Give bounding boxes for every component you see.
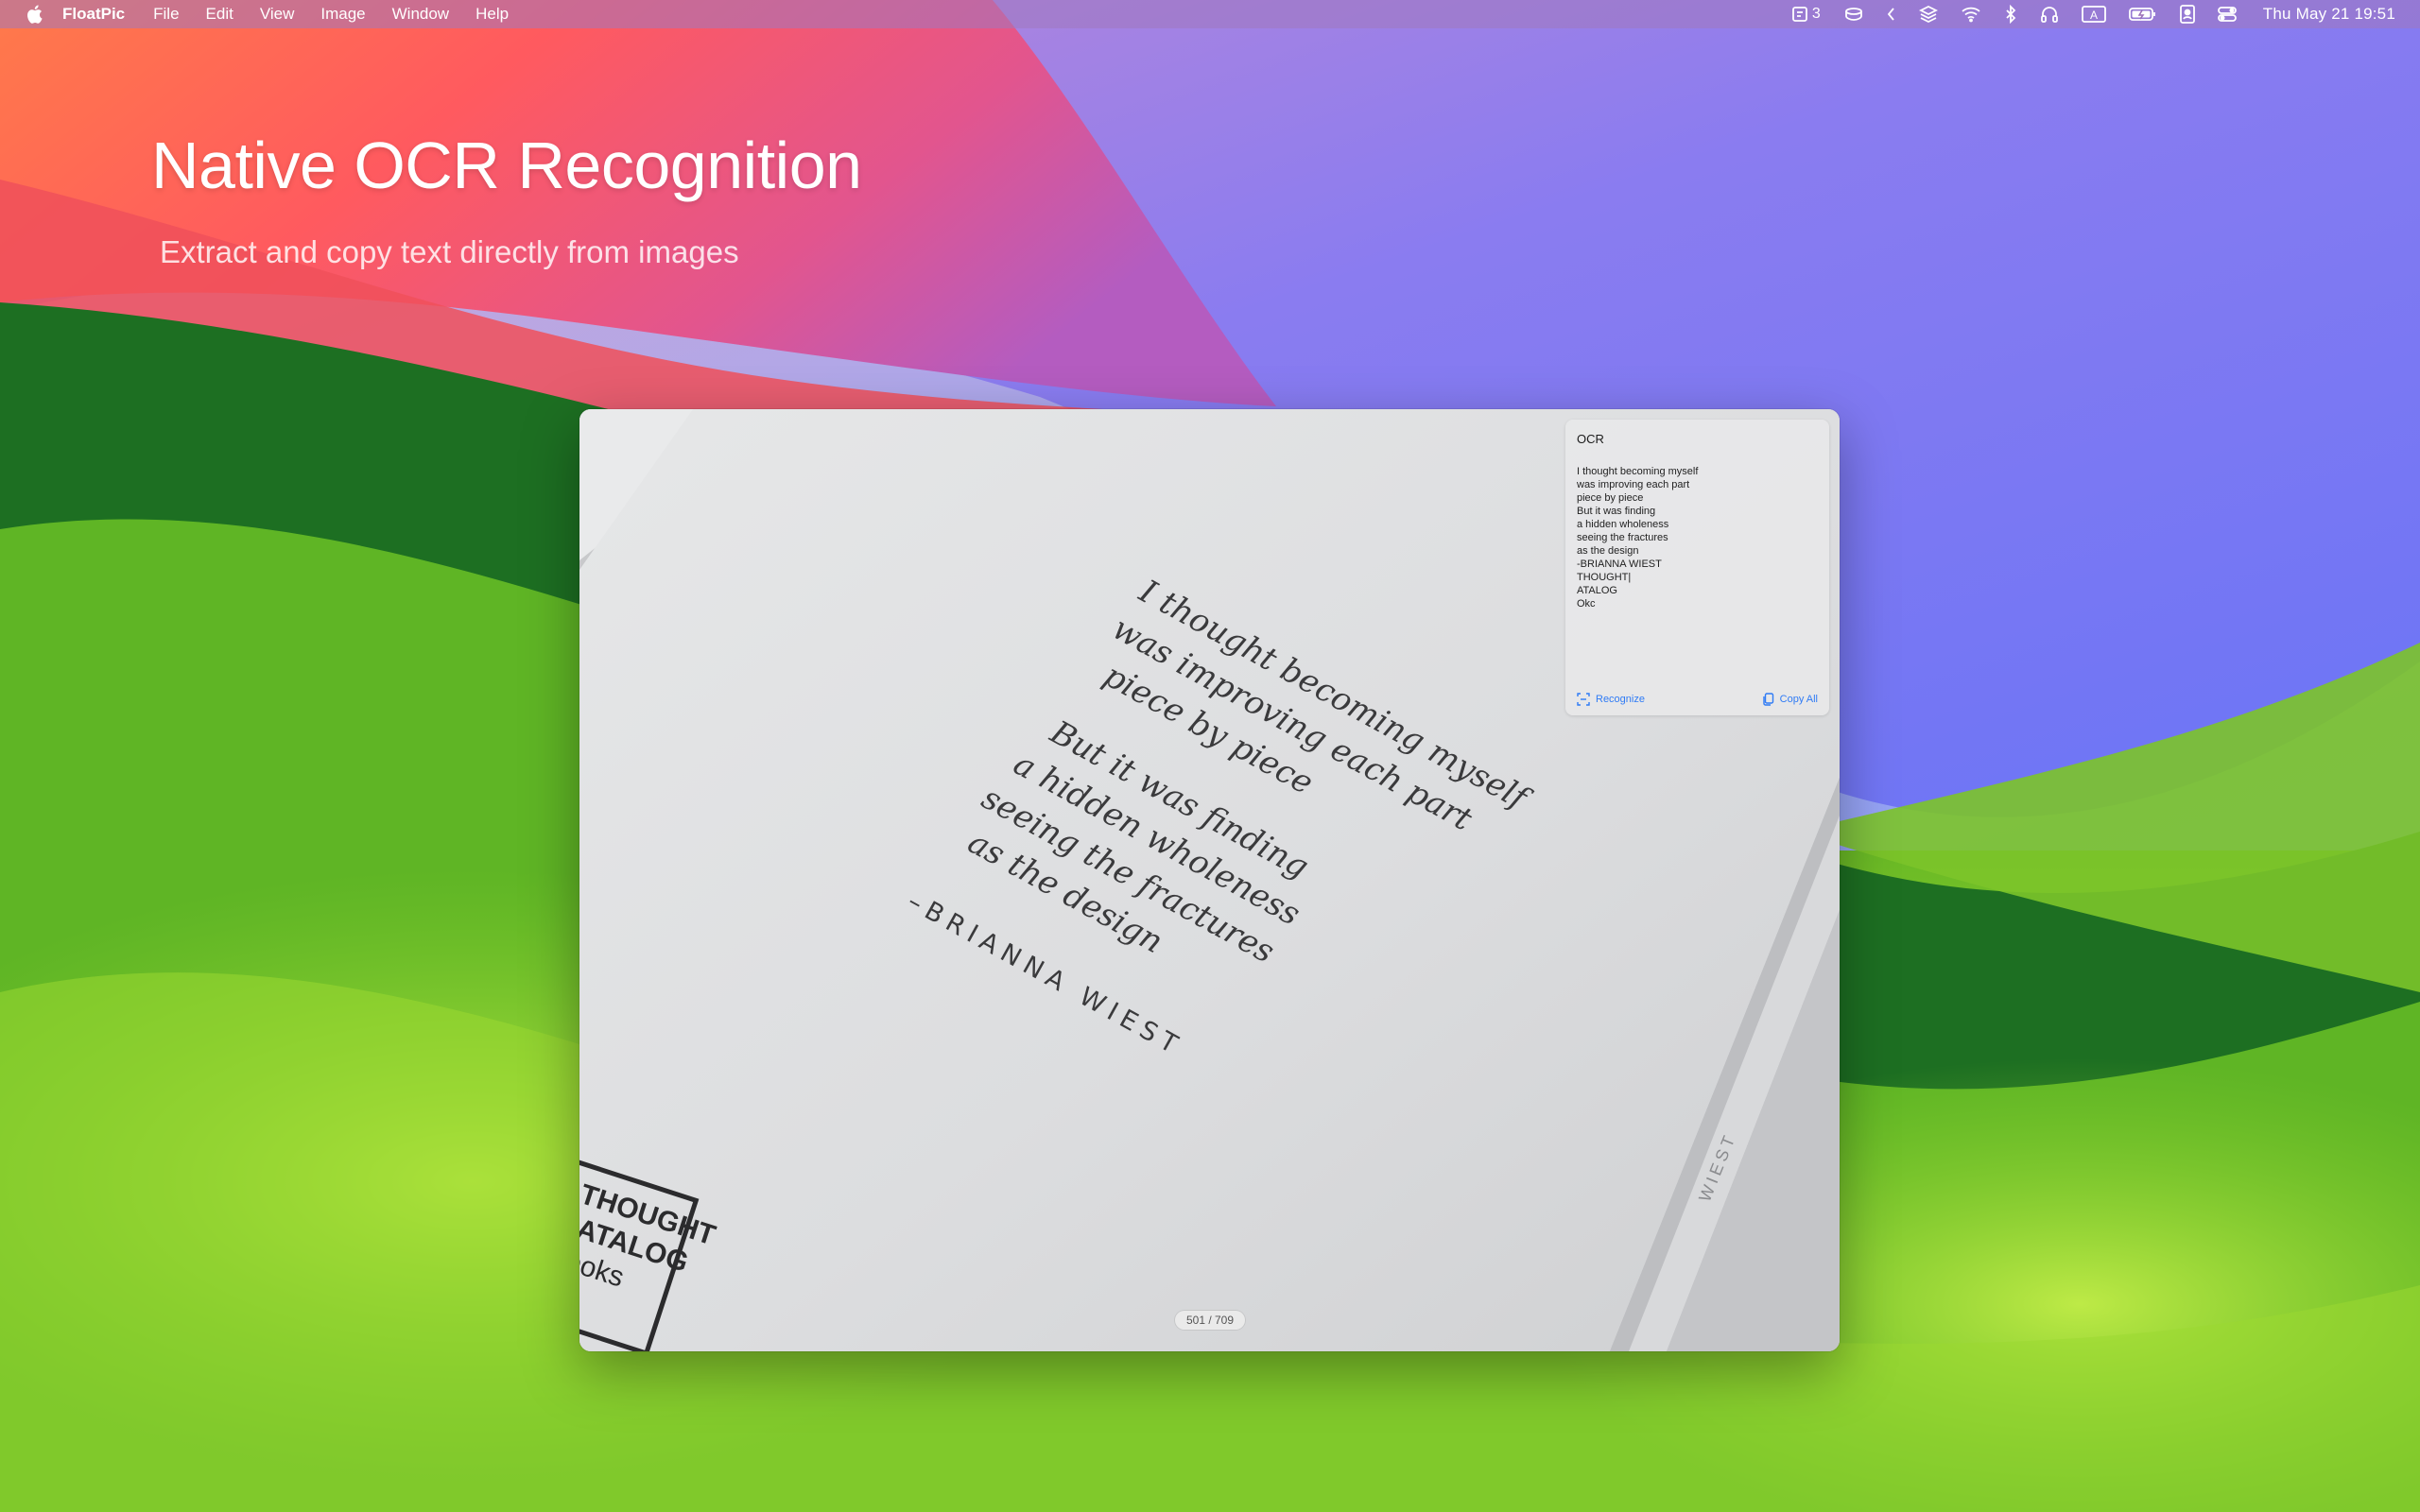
- ocr-line: piece by piece: [1577, 492, 1644, 504]
- ocr-line: as the design: [1577, 545, 1639, 557]
- ocr-line: seeing the fractures: [1577, 532, 1668, 543]
- status-item-layers[interactable]: [1918, 5, 1938, 24]
- status-item-battery[interactable]: [2128, 7, 2157, 22]
- ocr-line: THOUGHT|: [1577, 572, 1632, 583]
- ocr-line: But it was finding: [1577, 506, 1656, 517]
- cup-icon: [1844, 8, 1862, 21]
- status-item-contact[interactable]: [2179, 5, 2195, 24]
- menu-view[interactable]: View: [260, 5, 295, 24]
- ocr-line: I thought becoming myself: [1577, 466, 1699, 477]
- recognize-label: Recognize: [1596, 694, 1645, 705]
- ocr-panel-title: OCR: [1577, 432, 1604, 446]
- status-item-collapse[interactable]: [1887, 6, 1896, 23]
- menu-edit[interactable]: Edit: [206, 5, 233, 24]
- menubar-clock[interactable]: Thu May 21 19:51: [2263, 5, 2395, 24]
- ocr-line: was improving each part: [1577, 479, 1690, 490]
- control-center-icon: [2217, 7, 2237, 22]
- copy-all-label: Copy All: [1779, 694, 1818, 705]
- status-item-input-source[interactable]: A: [2081, 5, 2106, 24]
- status-item-bluetooth[interactable]: [2004, 5, 2017, 24]
- sticky-note-icon: [1791, 7, 1807, 22]
- copy-icon: [1762, 693, 1773, 706]
- image-viewer-window[interactable]: WIEST I thought becoming myself was impr…: [579, 409, 1840, 1351]
- headphones-icon: [2040, 7, 2058, 23]
- status-item-cup[interactable]: [1843, 6, 1864, 23]
- copy-all-button[interactable]: Copy All: [1762, 693, 1818, 706]
- ocr-line: a hidden wholeness: [1577, 519, 1669, 530]
- status-item-control-center[interactable]: [2217, 6, 2237, 23]
- input-source-letter: A: [2090, 9, 2098, 22]
- input-source-icon: A: [2081, 6, 2106, 23]
- layers-icon: [1918, 5, 1938, 24]
- bluetooth-icon: [2006, 5, 2016, 24]
- chevron-left-icon: [1887, 8, 1894, 21]
- menu-file[interactable]: File: [153, 5, 179, 24]
- notification-count: 3: [1811, 6, 1821, 22]
- menu-image[interactable]: Image: [320, 5, 365, 24]
- ocr-result-text[interactable]: I thought becoming myself was improving …: [1577, 465, 1698, 610]
- hero-subtitle: Extract and copy text directly from imag…: [160, 234, 739, 269]
- ocr-line: -BRIANNA WIEST: [1577, 558, 1662, 570]
- contact-card-icon: [2179, 5, 2195, 24]
- recognize-button[interactable]: Recognize: [1577, 693, 1645, 706]
- ocr-line: Okc: [1577, 598, 1596, 610]
- menu-window[interactable]: Window: [392, 5, 449, 24]
- text-scan-icon: [1577, 693, 1590, 706]
- ocr-line: ATALOG: [1577, 585, 1617, 596]
- image-counter: 501 / 709: [1175, 1311, 1245, 1330]
- status-item-headphones[interactable]: [2040, 5, 2059, 24]
- notification-status[interactable]: 3: [1791, 6, 1821, 23]
- ocr-panel: OCR I thought becoming myself was improv…: [1565, 420, 1829, 715]
- wifi-icon: [1962, 7, 1980, 23]
- menu-app-name[interactable]: FloatPic: [62, 5, 125, 24]
- apple-menu-icon[interactable]: [25, 4, 43, 25]
- hero-title: Native OCR Recognition: [151, 129, 862, 202]
- status-item-wifi[interactable]: [1961, 6, 1981, 23]
- battery-charging-icon: [2128, 8, 2155, 21]
- menu-bar: FloatPic File Edit View Image Window Hel…: [0, 0, 2420, 28]
- menu-help[interactable]: Help: [475, 5, 509, 24]
